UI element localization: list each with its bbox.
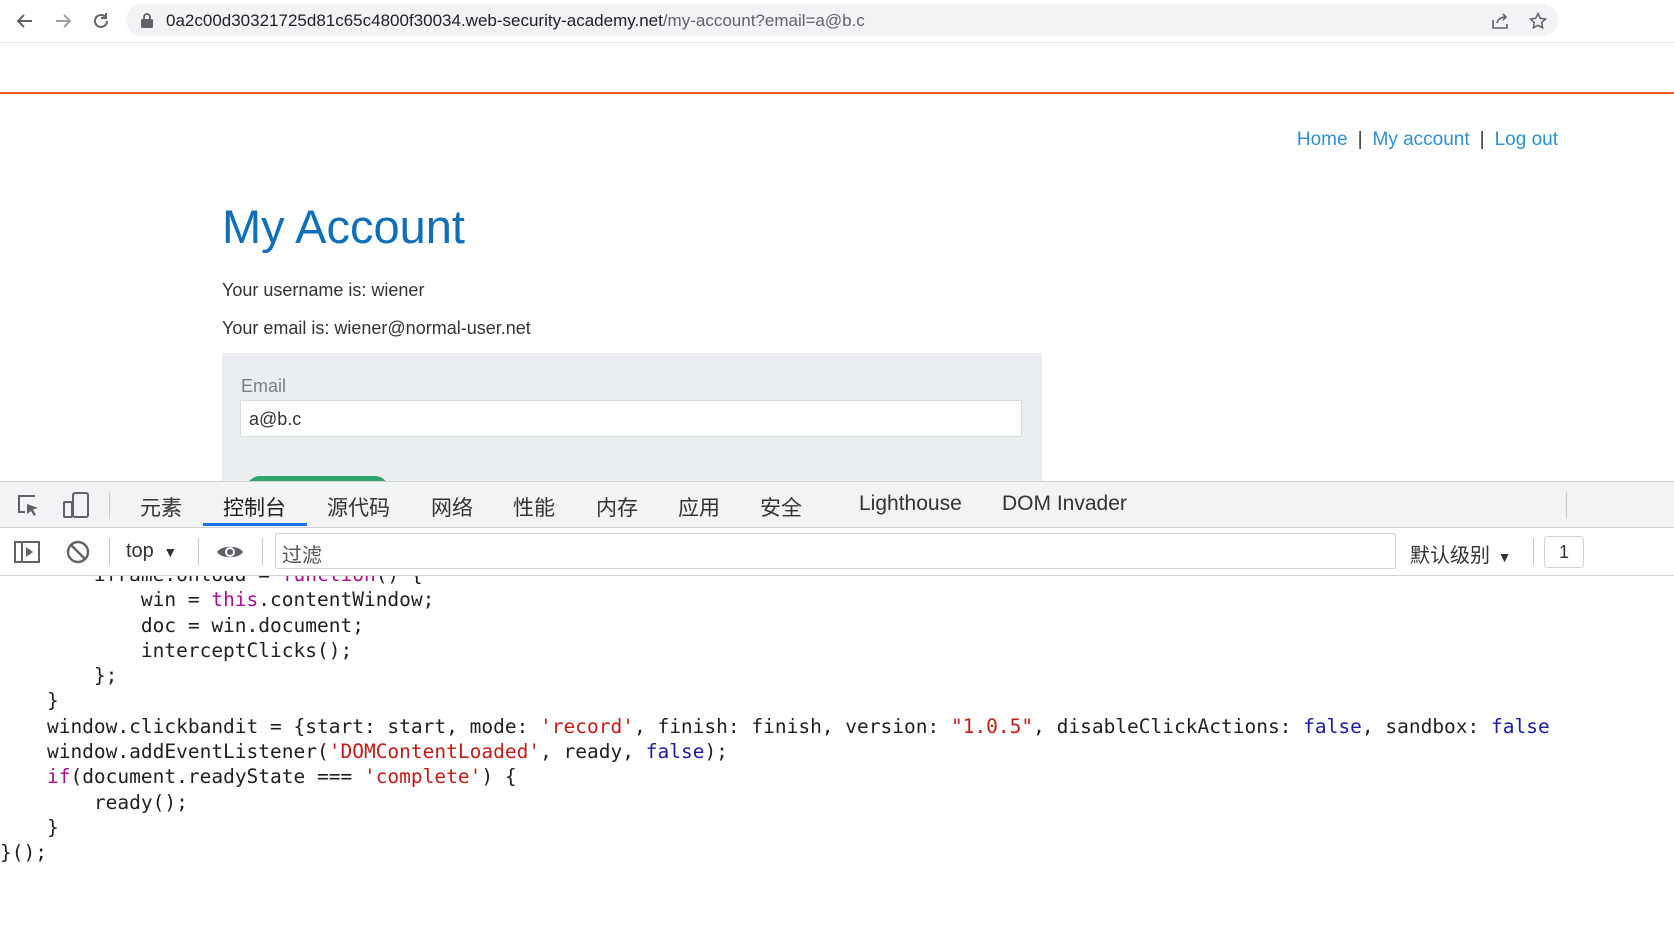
toolbar-divider (109, 538, 110, 565)
console-toolbar: top ▼ 过滤 默认级别 ▼ 1 (0, 528, 1674, 576)
code-line: doc = win.document; (0, 613, 364, 637)
code-line: }; (0, 664, 118, 688)
page-content: Home | My account | Log out My Account Your … (0, 43, 1674, 481)
chevron-down-icon: ▼ (1497, 549, 1512, 565)
tab-application[interactable]: 应用 (678, 492, 720, 522)
tab-elements[interactable]: 元素 (140, 492, 182, 522)
reload-icon[interactable] (88, 8, 114, 34)
code-line: window.clickbandit = {start: start, mode… (0, 714, 1550, 738)
clear-console-icon[interactable] (64, 538, 92, 566)
url-text: 0a2c00d30321725d81c65c4800f30034.web-sec… (166, 11, 865, 30)
console-output: iframe.onload = function() { win = this.… (0, 576, 1674, 948)
back-arrow-icon[interactable] (12, 8, 38, 34)
context-value: top (126, 540, 154, 562)
nav-link-my-account[interactable]: My account (1373, 129, 1470, 150)
tab-dom-invader[interactable]: DOM Invader (1002, 492, 1127, 516)
code-line: win = this.contentWindow; (0, 588, 435, 612)
console-filter-input[interactable]: 过滤 (275, 533, 1396, 569)
tab-security[interactable]: 安全 (760, 492, 802, 522)
username-text: Your username is: wiener (222, 280, 425, 300)
email-label: Email (241, 376, 287, 396)
forward-arrow-icon[interactable] (50, 8, 76, 34)
code-line: iframe.onload = function() { (0, 576, 423, 586)
tab-memory[interactable]: 内存 (596, 492, 638, 522)
code-line: ready(); (0, 790, 188, 814)
nav-separator: | (1479, 129, 1485, 150)
code-line: window.addEventListener('DOMContentLoade… (0, 740, 728, 764)
address-bar[interactable]: 0a2c00d30321725d81c65c4800f30034.web-sec… (126, 4, 1558, 36)
page-title: My Account (222, 200, 465, 253)
tab-console[interactable]: 控制台 (223, 492, 286, 522)
device-toolbar-icon[interactable] (62, 491, 90, 519)
issues-badge[interactable]: 1 (1544, 536, 1584, 568)
star-icon[interactable] (1528, 11, 1548, 31)
site-navigation: Home | My account | Log out (1297, 129, 1558, 151)
code-listing: iframe.onload = function() { win = this.… (0, 576, 1550, 866)
lock-icon[interactable] (140, 13, 154, 33)
eye-icon[interactable] (216, 538, 244, 566)
header-accent-line (0, 92, 1674, 94)
code-line: }(); (0, 841, 47, 865)
toolbar-divider (1533, 538, 1534, 565)
toolbar-divider (1566, 492, 1567, 519)
tab-performance[interactable]: 性能 (513, 492, 555, 522)
nav-link-log-out[interactable]: Log out (1495, 129, 1558, 150)
nav-link-home[interactable]: Home (1297, 129, 1348, 150)
code-line: interceptClicks(); (0, 638, 353, 662)
toolbar-divider (109, 492, 110, 519)
sidebar-toggle-icon[interactable] (13, 538, 41, 566)
tab-lighthouse[interactable]: Lighthouse (859, 492, 962, 516)
tab-sources[interactable]: 源代码 (327, 492, 390, 522)
browser-toolbar: 0a2c00d30321725d81c65c4800f30034.web-sec… (0, 0, 1674, 43)
email-field[interactable]: a@b.c (240, 400, 1022, 437)
toolbar-divider (198, 538, 199, 565)
code-line: if(document.readyState === 'complete') { (46, 765, 517, 789)
email-text: Your email is: wiener@normal-user.net (222, 318, 531, 338)
inspect-element-icon[interactable] (14, 491, 42, 519)
nav-separator: | (1357, 129, 1363, 150)
active-tab-indicator (203, 523, 307, 526)
code-line: } (0, 815, 59, 839)
log-level-value: 默认级别 (1410, 545, 1490, 567)
share-icon[interactable] (1490, 11, 1510, 31)
chevron-down-icon: ▼ (163, 544, 178, 560)
tab-network[interactable]: 网络 (431, 492, 473, 522)
code-line: } (0, 689, 59, 713)
devtools-tab-bar: 元素 控制台 源代码 网络 性能 内存 应用 安全 Lighthouse DOM… (0, 481, 1674, 528)
toolbar-divider (262, 538, 263, 565)
change-email-form: Email a@b.c (222, 353, 1042, 481)
context-selector[interactable]: top ▼ (126, 540, 177, 563)
log-level-selector[interactable]: 默认级别 ▼ (1410, 539, 1511, 568)
